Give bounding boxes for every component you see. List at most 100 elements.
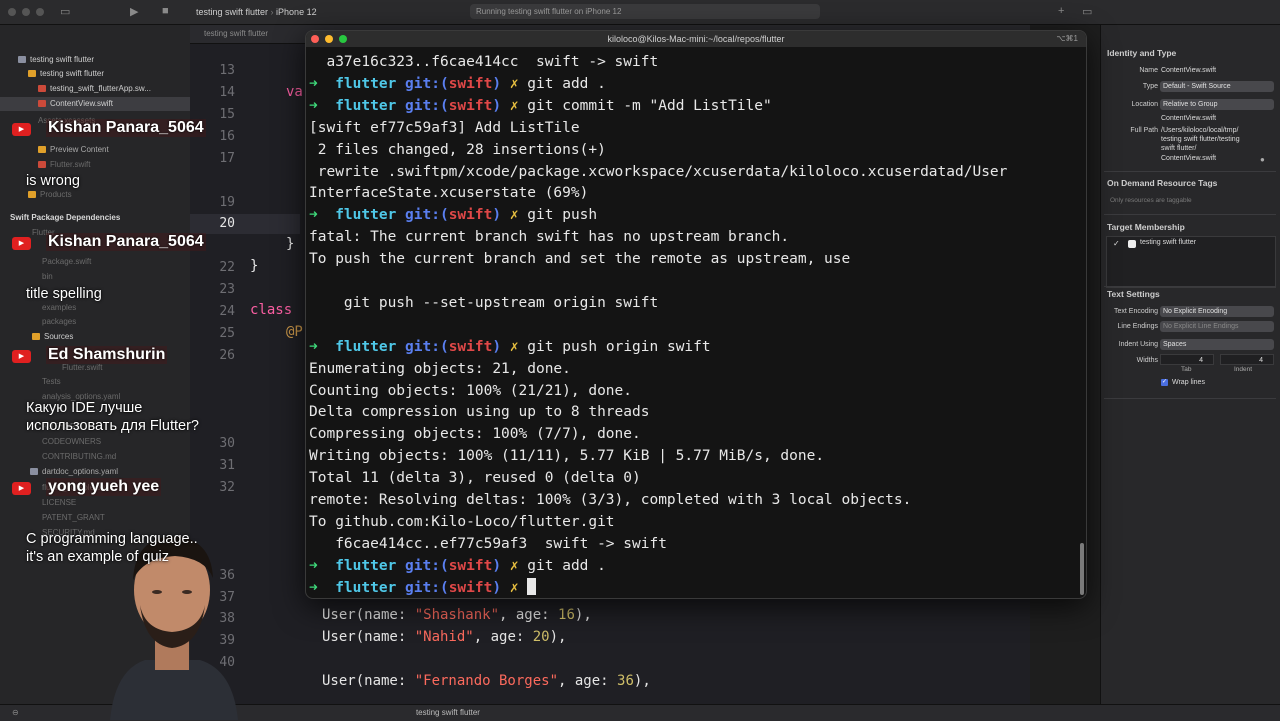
terminal-command-line: ➜ flutter git:(swift) ✗ — [309, 577, 537, 598]
odr-header: On Demand Resource Tags — [1107, 178, 1218, 188]
output-text: InterfaceState.xcuserstate (69%) — [309, 185, 589, 202]
scheme-selector[interactable]: testing swift flutter › iPhone 12 — [196, 3, 317, 21]
type-popup[interactable]: Default - Swift Source — [1160, 81, 1274, 92]
chat-author: yong yueh yee — [46, 478, 162, 496]
terminal-output-line: Compressing objects: 100% (7/7), done. — [309, 423, 641, 445]
filter-icon[interactable]: ⊖ — [0, 708, 19, 717]
divider — [1104, 398, 1276, 399]
target-header: Target Membership — [1107, 222, 1185, 232]
nav-file-contentview[interactable]: ContentView.swift — [0, 97, 190, 111]
nav-label: ContentView.swift — [50, 99, 113, 108]
terminal-output-line: Enumerating objects: 21, done. — [309, 358, 571, 380]
odr-note: Only resources are taggable — [1110, 197, 1192, 204]
terminal-minimize-button[interactable] — [325, 35, 333, 43]
nav-folder-products[interactable]: Products — [0, 188, 190, 202]
terminal-close-button[interactable] — [311, 35, 319, 43]
editor-breadcrumb[interactable]: testing swift flutter — [190, 29, 268, 38]
nav-project[interactable]: testing swift flutter — [0, 53, 190, 67]
terminal-zoom-button[interactable] — [339, 35, 347, 43]
terminal-window[interactable]: kiloloco@Kilos-Mac-mini:~/local/repos/fl… — [305, 30, 1087, 599]
zoom-window-dot[interactable] — [36, 8, 44, 16]
location-popup[interactable]: Relative to Group — [1160, 99, 1274, 110]
stop-button[interactable]: ■ — [162, 5, 169, 17]
line-number: 32 — [219, 480, 235, 495]
terminal-output-line: To github.com:Kilo-Loco/flutter.git — [309, 511, 615, 533]
nav-folder-tests[interactable]: Tests — [0, 375, 190, 389]
nav-section-packages[interactable]: Swift Package Dependencies — [0, 211, 190, 225]
number-literal: 20 — [532, 629, 550, 645]
nav-file-dartdoc[interactable]: dartdoc_options.yaml — [0, 465, 190, 479]
output-text: Enumerating objects: 21, done. — [309, 360, 571, 377]
nav-folder-bin[interactable]: bin — [0, 270, 190, 284]
code-token: , age: — [499, 607, 559, 623]
minimize-window-dot[interactable] — [22, 8, 30, 16]
prompt-git-close: ) — [492, 97, 502, 114]
prompt-dirty-marker: ✗ — [509, 579, 519, 596]
code-token: , age: — [558, 673, 618, 689]
inspector-toggle-icon[interactable]: ▭ — [1082, 5, 1092, 18]
indent-width-field[interactable]: 4 — [1220, 354, 1274, 365]
chat-message: is wrong — [26, 173, 80, 189]
nav-package-swift[interactable]: Package.swift — [0, 255, 190, 269]
prompt-branch: swift — [448, 557, 493, 574]
add-icon[interactable]: + — [1058, 5, 1064, 17]
line-number: 31 — [219, 458, 235, 473]
prompt-dirty-marker: ✗ — [509, 338, 519, 355]
prompt-branch: swift — [448, 207, 493, 224]
line-number: 24 — [219, 304, 235, 319]
run-button[interactable]: ▶ — [130, 5, 138, 18]
nav-file-contributing[interactable]: CONTRIBUTING.md — [0, 450, 190, 464]
command-text: git commit -m "Add ListTile" — [527, 97, 772, 114]
name-field[interactable]: ContentView.swift — [1161, 67, 1216, 74]
nav-label: testing swift flutter — [30, 55, 95, 64]
chat-author: Kishan Panara_5064 — [46, 119, 206, 137]
terminal-shortcut: ⌥⌘1 — [1056, 34, 1078, 43]
terminal-titlebar[interactable]: kiloloco@Kilos-Mac-mini:~/local/repos/fl… — [306, 31, 1086, 47]
name-label: Name — [1139, 67, 1158, 74]
nav-file-flutter[interactable]: Flutter.swift — [0, 158, 190, 172]
nav-label: bin — [42, 272, 53, 281]
close-window-dot[interactable] — [8, 8, 16, 16]
activity-status: Running testing swift flutter on iPhone … — [470, 4, 820, 19]
indent-popup[interactable]: Spaces — [1160, 339, 1274, 350]
prompt-dirty-marker: ✗ — [509, 75, 519, 92]
prompt-directory: flutter — [335, 207, 397, 224]
terminal-output-line: Writing objects: 100% (11/11), 5.77 KiB … — [309, 445, 824, 467]
prompt-git: git:( — [405, 579, 449, 596]
nav-file-app[interactable]: testing_swift_flutterApp.sw... — [0, 82, 190, 96]
encoding-popup[interactable]: No Explicit Encoding — [1160, 306, 1274, 317]
nav-file-license[interactable]: LICENSE — [0, 496, 190, 510]
chat-message: C programming language.. it's an example … — [26, 531, 198, 565]
target-checkbox[interactable]: ✓ — [1113, 239, 1120, 248]
endings-popup[interactable]: No Explicit Line Endings — [1160, 321, 1274, 332]
sidebar-toggle-icon[interactable]: ▭ — [60, 5, 70, 18]
divider — [1104, 286, 1276, 287]
nav-folder-preview[interactable]: Preview Content — [0, 143, 190, 157]
type-label: Type — [1142, 83, 1158, 90]
prompt-git-close: ) — [492, 207, 502, 224]
tab-width-field[interactable]: 4 — [1160, 354, 1214, 365]
app-target-icon — [1128, 240, 1136, 248]
fullpath-line: testing swift flutter/testing — [1161, 136, 1240, 143]
nav-label: Preview Content — [50, 145, 109, 154]
code-token: User(name: — [322, 629, 415, 645]
nav-folder-examples[interactable]: examples — [0, 301, 190, 315]
nav-file-codeowners[interactable]: CODEOWNERS — [0, 435, 190, 449]
nav-group[interactable]: testing swift flutter — [0, 67, 190, 81]
nav-folder-sources[interactable]: Sources — [0, 330, 190, 344]
divider — [1104, 171, 1276, 172]
terminal-scrollbar[interactable] — [1080, 543, 1084, 595]
line-number: 20 — [219, 216, 235, 231]
fullpath-line: /Users/kiloloco/local/tmp/ — [1161, 127, 1239, 134]
command-text: git push — [527, 207, 598, 224]
output-text: rewrite .swiftpm/xcode/package.xcworkspa… — [309, 163, 1008, 180]
terminal-output-line: 2 files changed, 28 insertions(+) — [309, 139, 606, 161]
code-fragment: } — [250, 258, 259, 274]
output-text: f6cae414cc..ef77c59af3 swift -> swift — [309, 535, 667, 552]
reveal-in-finder-icon[interactable]: ● — [1260, 155, 1265, 164]
string-literal: "Nahid" — [414, 629, 474, 645]
nav-label: CONTRIBUTING.md — [42, 452, 117, 461]
nav-folder-packages[interactable]: packages — [0, 315, 190, 329]
wrap-lines-checkbox[interactable]: ✓ — [1161, 379, 1168, 386]
code-line: User(name: "Nahid", age: 20), — [322, 629, 566, 645]
